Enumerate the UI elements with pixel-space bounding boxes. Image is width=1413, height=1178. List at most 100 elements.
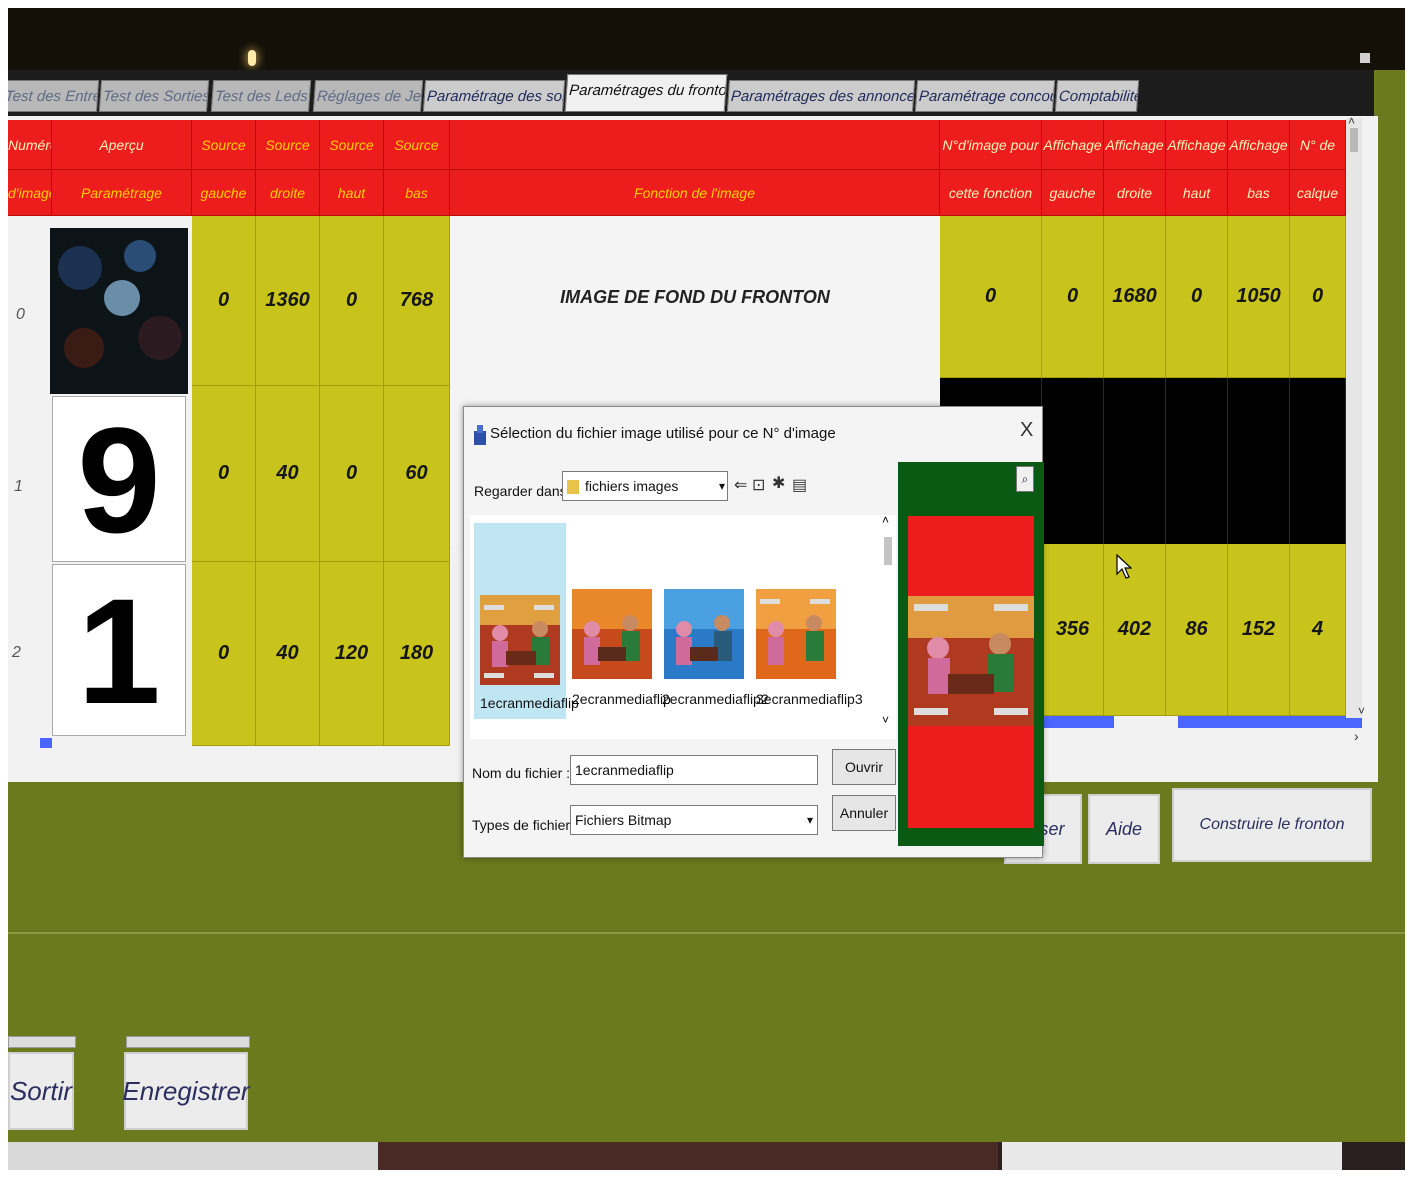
source-gauche-2[interactable]: 0 — [192, 562, 256, 746]
header-affichage-gauche: Affichage — [1042, 120, 1104, 170]
affichage-droite-2[interactable]: 402 — [1104, 544, 1166, 716]
scroll-up-icon[interactable]: ˄ — [1348, 114, 1355, 128]
tab-test-entrees[interactable]: Test des Entrées — [8, 80, 100, 112]
chevron-down-icon[interactable]: ▾ — [807, 806, 813, 834]
construire-fronton-button[interactable]: Construire le fronton — [1172, 788, 1372, 862]
new-folder-icon[interactable]: ✱ — [772, 473, 785, 493]
dialog-app-icon — [474, 425, 486, 445]
scroll-up-icon[interactable]: ˄ — [882, 513, 889, 527]
affichage-haut-2[interactable]: 86 — [1166, 544, 1228, 716]
scrollbar-thumb[interactable] — [884, 537, 892, 565]
file-name-3[interactable]: 2ecranmediaflip2 — [662, 691, 769, 707]
scroll-down-icon[interactable]: ˅ — [882, 713, 889, 727]
tab-test-sorties[interactable]: Test des Sorties — [98, 80, 210, 112]
tab-test-leds[interactable]: Test des Leds — [210, 80, 312, 112]
look-in-select[interactable]: fichiers images ▾ — [562, 471, 728, 501]
black-cell — [1104, 378, 1166, 544]
affichage-gauche-0[interactable]: 0 — [1042, 216, 1104, 378]
sortir-button[interactable]: Sortir — [8, 1052, 74, 1130]
tab-parametrage-sons[interactable]: Paramétrage des sons — [422, 80, 566, 112]
lamp-reflection — [248, 50, 256, 66]
source-gauche-0[interactable]: 0 — [192, 216, 256, 386]
thumbnail-strip — [8, 1142, 1405, 1170]
image-number-0[interactable]: 0 — [940, 216, 1042, 378]
black-cell — [1166, 378, 1228, 544]
source-bas-0[interactable]: 768 — [384, 216, 450, 386]
affichage-droite-0[interactable]: 1680 — [1104, 216, 1166, 378]
look-in-value: fichiers images — [585, 478, 679, 494]
chevron-down-icon[interactable]: ▾ — [719, 472, 725, 500]
preview-zoom-icon[interactable]: ⌕ — [1016, 466, 1034, 492]
filetype-label: Types de fichiers : — [472, 817, 585, 833]
aide-button[interactable]: Aide — [1088, 794, 1160, 864]
file-list-scrollbar[interactable]: ˄ ˅ — [880, 513, 896, 739]
preview-picture — [908, 596, 1034, 726]
filetype-value: Fichiers Bitmap — [575, 812, 672, 828]
header-droite: droite — [256, 170, 320, 216]
scroll-right-icon[interactable]: › — [1354, 728, 1359, 744]
file-name-4[interactable]: 3ecranmediaflip3 — [756, 691, 863, 707]
source-droite-1[interactable]: 40 — [256, 386, 320, 562]
header-fonction-image: Fonction de l'image — [450, 170, 940, 216]
scrollbar-track[interactable] — [1346, 118, 1362, 718]
dialog-close-icon[interactable]: X — [1020, 419, 1033, 442]
source-bas-2[interactable]: 180 — [384, 562, 450, 746]
source-haut-0[interactable]: 0 — [320, 216, 384, 386]
source-gauche-1[interactable]: 0 — [192, 386, 256, 562]
tab-reglages-jeu[interactable]: Réglages de Jeu — [312, 80, 424, 112]
cancel-button[interactable]: Annuler — [832, 795, 896, 831]
filename-input[interactable]: 1ecranmediaflip — [570, 755, 818, 785]
affichage-gauche-2[interactable]: 356 — [1042, 544, 1104, 716]
file-name-1[interactable]: 1ecranmediaflip — [480, 695, 579, 711]
table-scrollbar[interactable]: ˄ ˅ — [1346, 114, 1365, 718]
tab-parametrages-annonceurs[interactable]: Paramétrages des annonceurs — [726, 80, 916, 112]
source-haut-1[interactable]: 0 — [320, 386, 384, 562]
mouse-cursor-icon — [1116, 554, 1132, 579]
scroll-down-icon[interactable]: ˅ — [1358, 704, 1365, 718]
black-cell — [1290, 378, 1346, 544]
header-gauche: gauche — [192, 170, 256, 216]
up-folder-icon[interactable]: ⊡ — [752, 475, 765, 495]
scrollbar-thumb[interactable] — [1350, 128, 1358, 152]
enregistrer-titlebar — [126, 1036, 250, 1048]
tab-parametrages-fronton[interactable]: Paramétrages du fronton — [564, 74, 728, 112]
source-droite-0[interactable]: 1360 — [256, 216, 320, 386]
calque-0[interactable]: 0 — [1290, 216, 1346, 378]
preview-image-fond[interactable] — [50, 228, 188, 394]
header-gauche-2: gauche — [1042, 170, 1104, 216]
preview-image — [908, 516, 1034, 828]
affichage-bas-0[interactable]: 1050 — [1228, 216, 1290, 378]
file-thumbnail-2[interactable] — [572, 589, 652, 679]
file-thumbnail-4[interactable] — [756, 589, 836, 679]
back-icon[interactable]: ⇐ — [734, 475, 747, 495]
source-haut-2[interactable]: 120 — [320, 562, 384, 746]
preview-digit-9[interactable]: 9 — [52, 396, 186, 563]
header-fonction-top — [450, 120, 940, 170]
window-close-icon[interactable] — [1360, 53, 1370, 63]
tab-comptabilite[interactable]: Comptabilité — [1054, 80, 1140, 112]
enregistrer-button[interactable]: Enregistrer — [122, 1052, 250, 1130]
header-bas: bas — [384, 170, 450, 216]
header-haut: haut — [320, 170, 384, 216]
source-bas-1[interactable]: 60 — [384, 386, 450, 562]
view-menu-icon[interactable]: ▤ — [792, 475, 807, 495]
header-calque: N° de — [1290, 120, 1346, 170]
affichage-haut-0[interactable]: 0 — [1166, 216, 1228, 378]
tab-parametrage-concours[interactable]: Paramétrage concours — [914, 80, 1056, 112]
affichage-bas-2[interactable]: 152 — [1228, 544, 1290, 716]
file-thumbnail-1[interactable] — [480, 595, 560, 685]
file-thumbnail-3[interactable] — [664, 589, 744, 679]
file-name-2[interactable]: 2ecranmediaflip — [572, 691, 671, 707]
open-button[interactable]: Ouvrir — [832, 749, 896, 785]
black-cell — [1042, 378, 1104, 544]
row-selection-marker — [1178, 716, 1362, 728]
calque-2[interactable]: 4 — [1290, 544, 1346, 716]
header-droite-2: droite — [1104, 170, 1166, 216]
header-affichage-bas: Affichage — [1228, 120, 1290, 170]
folder-icon — [567, 480, 579, 495]
source-droite-2[interactable]: 40 — [256, 562, 320, 746]
dialog-title: Sélection du fichier image utilisé pour … — [490, 425, 836, 442]
filetype-select[interactable]: Fichiers Bitmap ▾ — [570, 805, 818, 835]
header-apercu: Aperçu — [52, 120, 192, 170]
preview-digit-1[interactable]: 1 — [52, 564, 186, 736]
